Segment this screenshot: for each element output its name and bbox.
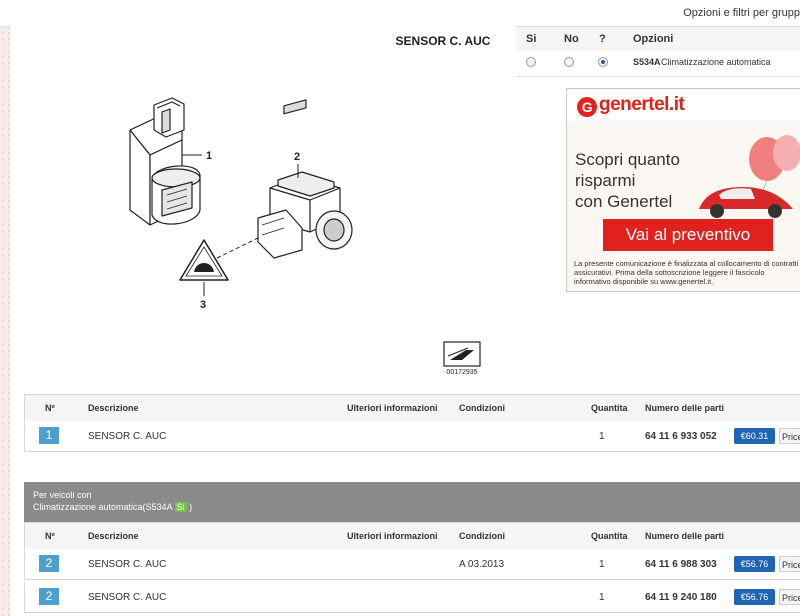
parts-table-header: Nº Descrizione Ulteriori informazioni Co… — [24, 522, 800, 550]
header-yes: Si — [526, 33, 537, 45]
col-description: Descrizione — [88, 403, 139, 413]
callout-3: 3 — [200, 299, 206, 311]
diagram-title: SENSOR C. AUC — [395, 34, 491, 48]
col-more-info: Ulteriori informazioni — [347, 403, 438, 413]
col-no: Nº — [45, 531, 55, 541]
ad-headline-line: con Genertel — [575, 192, 673, 211]
top-bar: Opzioni e filtri per grupp — [0, 0, 800, 27]
col-conditions: Condizioni — [459, 531, 505, 541]
group-line2-prefix: Climatizzazione automatica(S534A — [33, 502, 173, 512]
options-header: Si No ? Opzioni — [516, 26, 800, 52]
option-row: S534A Climatizzazione automatica — [516, 51, 800, 77]
price-button[interactable]: €60.31 — [734, 428, 775, 444]
sensor-connector-illustration — [257, 99, 353, 259]
option-code: S534A — [633, 57, 661, 67]
ad-headline-line: risparmi — [575, 171, 636, 190]
header-no: No — [564, 33, 579, 45]
image-number: 00172935 — [446, 369, 477, 376]
car-balloon-icon — [699, 135, 800, 218]
col-part-number: Numero delle parti — [645, 531, 725, 541]
price-button[interactable]: €56.76 — [734, 556, 775, 572]
group-line2: Climatizzazione automatica(S534A Si ) — [33, 502, 192, 512]
ad-logo-text: genertel.it — [599, 94, 685, 115]
col-more-info: Ulteriori informazioni — [347, 531, 438, 541]
group-line1: Per veicoli con — [33, 490, 92, 500]
row-part-number: 64 11 9 240 180 — [645, 592, 717, 603]
row-part-number: 64 11 6 933 052 — [645, 431, 717, 442]
price-link-button[interactable]: Price — [779, 556, 800, 572]
group-line2-suffix: ) — [189, 502, 193, 512]
warning-triangle-icon — [179, 239, 229, 281]
price-button[interactable]: €56.76 — [734, 589, 775, 605]
ad-headline: Scopri quanto risparmi con Genertel — [575, 149, 680, 212]
options-filter-link[interactable]: Opzioni e filtri per grupp — [683, 7, 800, 19]
row-description: SENSOR C. AUC — [88, 559, 167, 570]
parts-table-header: Nº Descrizione Ulteriori informazioni Co… — [24, 394, 800, 422]
callout-1: 1 — [206, 150, 212, 162]
radio-unknown[interactable] — [598, 57, 608, 67]
col-description: Descrizione — [88, 531, 139, 541]
col-quantity: Quantita — [591, 403, 628, 413]
radio-yes[interactable] — [526, 57, 536, 67]
price-link-button[interactable]: Price — [779, 589, 800, 605]
table-row: 2 SENSOR C. AUC 1 64 11 9 240 180 €56.76… — [24, 582, 800, 613]
radio-no[interactable] — [564, 57, 574, 67]
row-quantity: 1 — [599, 592, 605, 603]
group-condition-header: Per veicoli con Climatizzazione automati… — [24, 482, 800, 522]
col-conditions: Condizioni — [459, 403, 505, 413]
row-conditions: A 03.2013 — [459, 559, 505, 570]
row-number-badge[interactable]: 1 — [39, 427, 59, 444]
ad-headline-line: Scopri quanto — [575, 150, 680, 169]
header-options: Opzioni — [633, 33, 674, 45]
callout-2: 2 — [294, 151, 300, 163]
image-stamp-icon — [443, 341, 481, 367]
sensor-bracket-illustration — [129, 97, 202, 226]
col-part-number: Numero delle parti — [645, 403, 725, 413]
ad-banner[interactable]: Ggenertel.it Scopri quanto risparmi con … — [566, 88, 800, 292]
row-part-number: 64 11 6 988 303 — [645, 559, 717, 570]
row-quantity: 1 — [599, 559, 605, 570]
row-number-badge[interactable]: 2 — [39, 588, 59, 605]
row-number-badge[interactable]: 2 — [39, 555, 59, 572]
price-link-button[interactable]: Price — [779, 428, 800, 444]
ad-cta-button[interactable]: Vai al preventivo — [603, 219, 773, 251]
row-quantity: 1 — [599, 431, 605, 442]
header-unknown: ? — [599, 33, 606, 45]
col-no: Nº — [45, 403, 55, 413]
row-description: SENSOR C. AUC — [88, 592, 167, 603]
table-row: 2 SENSOR C. AUC A 03.2013 1 64 11 6 988 … — [24, 549, 800, 580]
yes-badge: Si — [174, 502, 187, 512]
table-row: 1 SENSOR C. AUC 1 64 11 6 933 052 €60.31… — [24, 421, 800, 452]
ad-logo: Ggenertel.it — [577, 94, 685, 117]
option-label: Climatizzazione automatica — [661, 57, 771, 67]
ad-legal-text: La presente comunicazione è finalizzata … — [574, 259, 799, 286]
row-description: SENSOR C. AUC — [88, 431, 167, 442]
ad-logo-g-icon: G — [577, 97, 597, 117]
col-quantity: Quantita — [591, 531, 628, 541]
parts-diagram: 1 2 3 00172935 — [129, 97, 481, 376]
